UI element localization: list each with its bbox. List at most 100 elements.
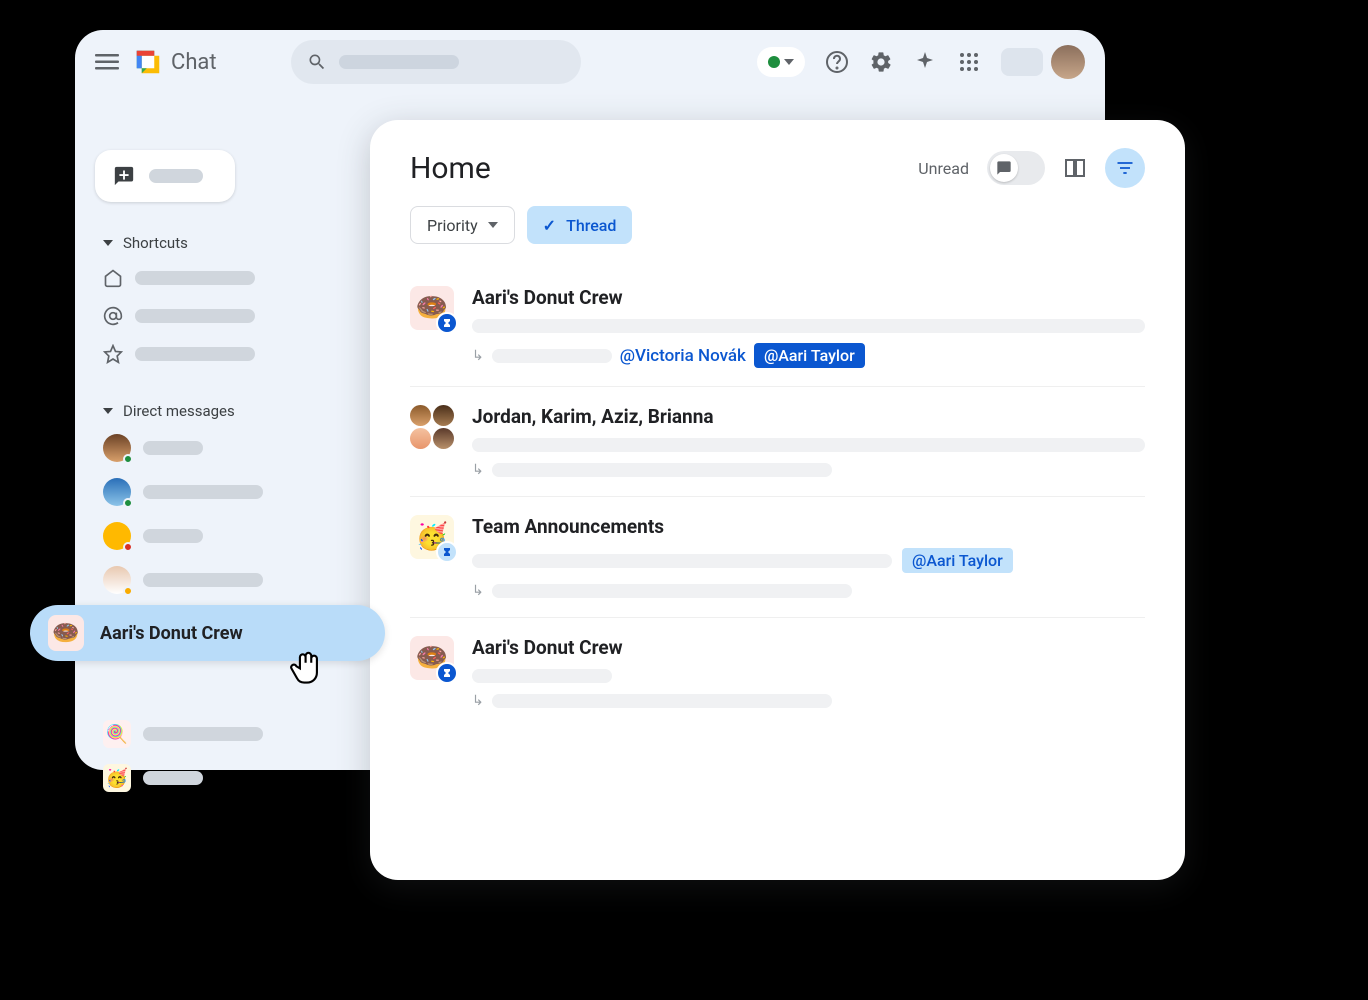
chat-logo-icon [133, 47, 163, 77]
filter-chips: Priority ✓ Thread [410, 206, 1145, 244]
status-selector[interactable] [757, 47, 805, 77]
reply-arrow-icon: ↳ [472, 348, 484, 364]
chevron-down-icon [103, 408, 113, 414]
search-icon [307, 52, 327, 72]
presence-away-icon [123, 586, 133, 596]
star-icon [103, 344, 123, 364]
conversation-list: 🍩 Aari's Donut Crew ↳ @Victoria Novák @A… [410, 268, 1145, 727]
message-preview [472, 319, 1145, 333]
search-input[interactable] [291, 40, 581, 84]
conversation-item[interactable]: Jordan, Karim, Aziz, Brianna ↳ [410, 387, 1145, 497]
thread-chip-label: Thread [566, 216, 616, 235]
avatar [103, 434, 131, 462]
menu-icon[interactable] [95, 50, 119, 74]
presence-online-icon [123, 498, 133, 508]
reply-preview [492, 584, 852, 598]
conversation-avatar: 🍩 [410, 636, 454, 680]
new-chat-button[interactable] [95, 150, 235, 202]
dm-item[interactable] [95, 472, 365, 512]
mention-chip-self[interactable]: @Aari Taylor [754, 343, 865, 368]
new-chat-label-placeholder [149, 169, 203, 183]
reply-arrow-icon: ↳ [472, 693, 484, 709]
shortcut-starred[interactable] [95, 338, 365, 370]
logo[interactable]: Chat [133, 47, 217, 77]
topbar: Chat [75, 30, 1105, 94]
conversation-item[interactable]: 🍩 Aari's Donut Crew ↳ [410, 618, 1145, 727]
chevron-down-icon [784, 59, 794, 65]
message-preview [472, 554, 892, 568]
thread-badge-icon [436, 312, 458, 334]
priority-chip[interactable]: Priority [410, 206, 515, 244]
dm-label: Direct messages [123, 402, 235, 420]
message-preview [472, 438, 1145, 452]
space-avatar-icon: 🍩 [48, 615, 84, 651]
help-icon[interactable] [825, 50, 849, 74]
space-item[interactable]: 🥳 [95, 758, 365, 798]
filter-button[interactable] [1105, 148, 1145, 188]
column-view-icon[interactable] [1063, 156, 1087, 180]
sidebar-item-selected-space[interactable]: 🍩 Aari's Donut Crew [30, 605, 385, 661]
cursor-icon [290, 650, 324, 684]
conversation-title: Aari's Donut Crew [472, 636, 1145, 659]
at-icon [103, 306, 123, 326]
shortcuts-header[interactable]: Shortcuts [95, 230, 365, 256]
shortcut-mentions[interactable] [95, 300, 365, 332]
space-item[interactable]: 🍭 [95, 714, 365, 754]
conversation-avatar [410, 405, 454, 449]
org-pill [1001, 48, 1043, 76]
unread-toggle[interactable] [987, 151, 1045, 185]
message-preview [472, 669, 612, 683]
main-panel: Home Unread Priority ✓ Thread � [370, 120, 1185, 880]
conversation-item[interactable]: 🥳 Team Announcements @Aari Taylor ↳ [410, 497, 1145, 618]
reply-arrow-icon: ↳ [472, 462, 484, 478]
sparkle-icon[interactable] [913, 50, 937, 74]
presence-dnd-icon [123, 542, 133, 552]
avatar [103, 566, 131, 594]
unread-label: Unread [918, 159, 969, 178]
chevron-down-icon [103, 240, 113, 246]
chevron-down-icon [488, 222, 498, 228]
sidebar: Shortcuts Direct messages [95, 150, 365, 798]
space-avatar: 🥳 [103, 764, 131, 792]
chat-bubble-icon [996, 160, 1012, 176]
thread-badge-icon [436, 662, 458, 684]
toggle-knob [990, 154, 1018, 182]
dm-item[interactable] [95, 560, 365, 600]
conversation-avatar: 🍩 [410, 286, 454, 330]
reply-arrow-icon: ↳ [472, 583, 484, 599]
conversation-item[interactable]: 🍩 Aari's Donut Crew ↳ @Victoria Novák @A… [410, 268, 1145, 387]
page-title: Home [410, 151, 491, 186]
check-icon: ✓ [543, 216, 556, 235]
dm-item[interactable] [95, 516, 365, 556]
reply-preview [492, 349, 612, 363]
mention-chip-self[interactable]: @Aari Taylor [902, 548, 1013, 573]
group-avatar-icon [410, 405, 454, 449]
selected-space-label: Aari's Donut Crew [100, 623, 243, 644]
settings-icon[interactable] [869, 50, 893, 74]
home-icon [103, 268, 123, 288]
priority-chip-label: Priority [427, 216, 478, 235]
thread-badge-icon [436, 541, 458, 563]
new-chat-icon [113, 165, 135, 187]
user-avatar[interactable] [1051, 45, 1085, 79]
status-active-icon [768, 56, 780, 68]
dm-item[interactable] [95, 428, 365, 468]
shortcut-home[interactable] [95, 262, 365, 294]
search-placeholder [339, 55, 459, 69]
topbar-actions [757, 45, 1085, 79]
conversation-avatar: 🥳 [410, 515, 454, 559]
apps-grid-icon[interactable] [957, 50, 981, 74]
avatar [103, 478, 131, 506]
mention-link[interactable]: @Victoria Novák [620, 346, 746, 366]
panel-header: Home Unread [410, 148, 1145, 188]
presence-online-icon [123, 454, 133, 464]
account-switcher[interactable] [1001, 45, 1085, 79]
dm-header[interactable]: Direct messages [95, 398, 365, 424]
avatar [103, 522, 131, 550]
conversation-title: Team Announcements [472, 515, 1145, 538]
conversation-title: Jordan, Karim, Aziz, Brianna [472, 405, 1145, 428]
thread-chip[interactable]: ✓ Thread [527, 206, 633, 244]
direct-messages-section: Direct messages [95, 398, 365, 600]
shortcuts-section: Shortcuts [95, 230, 365, 370]
reply-preview [492, 694, 832, 708]
